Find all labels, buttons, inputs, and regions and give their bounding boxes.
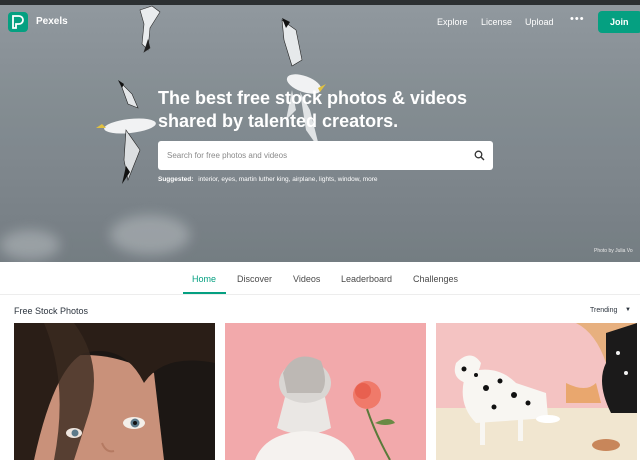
tab-bar: Home Discover Videos Leaderboard Challen…: [0, 262, 640, 295]
search-box[interactable]: [158, 141, 493, 170]
photo-card[interactable]: [225, 323, 426, 460]
chevron-down-icon[interactable]: ▼: [625, 307, 631, 313]
photo-credit[interactable]: Photo by Julia Vo: [594, 248, 633, 254]
suggestion-link[interactable]: eyes: [221, 176, 235, 183]
tab-leaderboard[interactable]: Leaderboard: [341, 274, 392, 284]
headline-line-2: shared by talented creators.: [158, 111, 399, 131]
photo-dalmatian-image: [436, 323, 637, 460]
photo-card[interactable]: [14, 323, 215, 460]
more-dots-icon[interactable]: •••: [570, 13, 585, 25]
seagull-top-left: [139, 5, 161, 53]
suggestion-more-link[interactable]: more: [363, 176, 378, 183]
suggested-searches: Suggested: interior, eyes, martin luther…: [158, 176, 378, 183]
pexels-logo-icon[interactable]: [8, 12, 28, 32]
nav-explore[interactable]: Explore: [437, 17, 468, 27]
tab-videos[interactable]: Videos: [293, 274, 320, 284]
suggestion-link[interactable]: window: [338, 176, 359, 183]
search-input[interactable]: [167, 148, 457, 162]
gallery-title: Free Stock Photos: [14, 306, 89, 316]
suggestion-link[interactable]: martin luther king: [239, 176, 289, 183]
search-icon[interactable]: [474, 150, 485, 161]
nav-upload[interactable]: Upload: [525, 17, 554, 27]
photo-portrait-image: [14, 323, 215, 460]
tab-home[interactable]: Home: [192, 274, 216, 284]
suggested-label: Suggested:: [158, 176, 194, 183]
brand-name[interactable]: Pexels: [36, 16, 68, 27]
headline-line-1: The best free stock photos & videos: [158, 88, 468, 108]
suggestion-link[interactable]: lights: [319, 176, 334, 183]
photo-card[interactable]: [436, 323, 637, 460]
join-button[interactable]: Join: [598, 11, 640, 33]
pexels-page: Pexels Explore License Upload ••• Join T…: [0, 0, 640, 460]
active-tab-indicator: [183, 292, 226, 294]
hero-section: Pexels Explore License Upload ••• Join T…: [0, 0, 640, 262]
nav-license[interactable]: License: [481, 17, 512, 27]
suggestion-link[interactable]: airplane: [292, 176, 315, 183]
seagull-left: [96, 80, 156, 184]
tab-challenges[interactable]: Challenges: [413, 274, 458, 284]
hero-headline: The best free stock photos & videos shar…: [158, 87, 498, 133]
suggestion-link[interactable]: interior: [198, 176, 218, 183]
sort-dropdown[interactable]: Trending: [590, 307, 617, 314]
photo-statue-image: [225, 323, 426, 460]
tab-discover[interactable]: Discover: [237, 274, 272, 284]
logo-glyph: [12, 15, 24, 29]
